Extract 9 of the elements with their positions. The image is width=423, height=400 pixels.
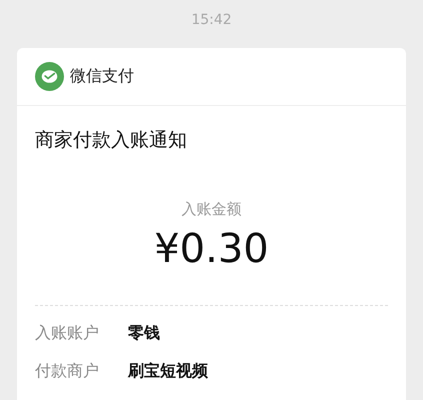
amount-value: ¥0.30 <box>154 225 269 273</box>
detail-value: 刷宝短视频 <box>128 360 208 382</box>
message-time: 15:42 <box>190 11 233 30</box>
detail-label: 付款商户 <box>35 360 100 382</box>
amount-label: 入账金额 <box>182 199 242 219</box>
app-name: 微信支付 <box>70 66 134 87</box>
notification-title: 商家付款入账通知 <box>35 128 187 153</box>
detail-label: 入账账户 <box>35 322 100 344</box>
detail-value: 零钱 <box>128 322 160 344</box>
